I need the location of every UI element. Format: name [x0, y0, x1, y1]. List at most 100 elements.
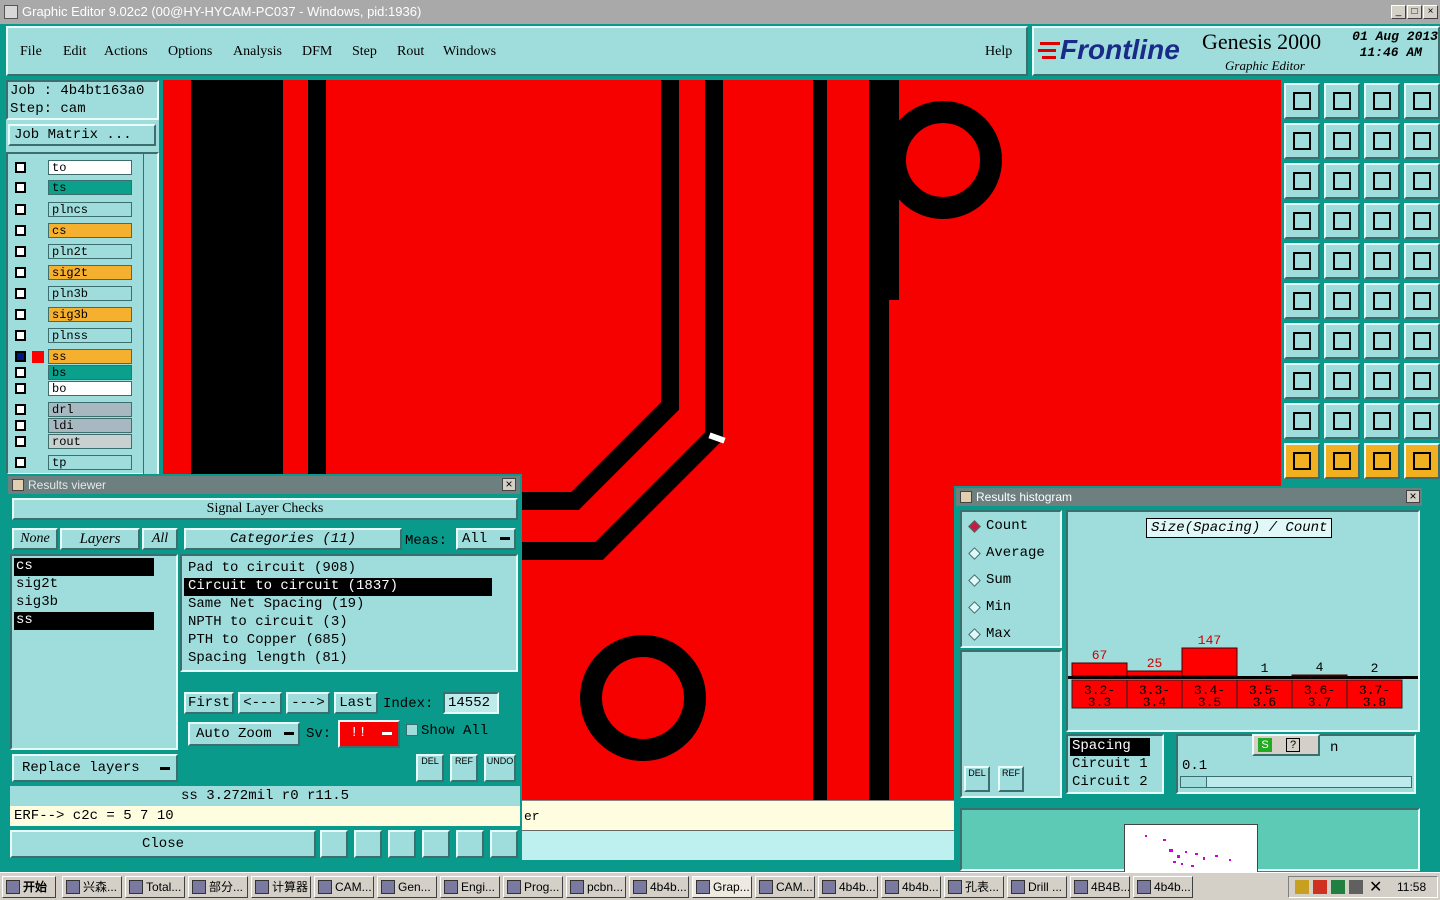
category-item[interactable]: Spacing length (81)	[184, 650, 516, 668]
layer-checkbox[interactable]	[15, 225, 26, 236]
help-icon[interactable]	[1404, 163, 1440, 199]
step-slider[interactable]	[1180, 776, 1412, 788]
taskbar-button[interactable]: 计算器	[251, 876, 311, 898]
layer-checkbox[interactable]	[15, 436, 26, 447]
taskbar-button[interactable]: 4b4b...	[629, 876, 689, 898]
layer-row-ts[interactable]: ts	[12, 180, 132, 195]
menu-windows[interactable]: Windows	[443, 44, 496, 60]
line-b-icon[interactable]	[1404, 283, 1440, 319]
rotate-icon[interactable]	[1364, 443, 1400, 479]
layer-checkbox[interactable]	[15, 383, 26, 394]
category-item[interactable]: Circuit to circuit (1837)	[184, 578, 492, 596]
property-item[interactable]: Circuit 2	[1070, 774, 1162, 792]
taskbar-button[interactable]: Engi...	[440, 876, 500, 898]
menu-help[interactable]: Help	[985, 44, 1012, 60]
layer-row-plnss[interactable]: plnss	[12, 328, 132, 343]
layer-row-cs[interactable]: cs	[12, 223, 132, 238]
minimize-button[interactable]: _	[1391, 5, 1406, 19]
layer-row-drl[interactable]: drl	[12, 402, 132, 417]
menu-step[interactable]: Step	[352, 44, 377, 60]
slash-icon[interactable]	[1324, 323, 1360, 359]
resize-icon[interactable]	[1324, 243, 1360, 279]
result-layer-item[interactable]: sig2t	[14, 576, 176, 594]
taskbar-button[interactable]: 孔表...	[944, 876, 1004, 898]
property-item[interactable]: Circuit 1	[1070, 756, 1162, 774]
layer-checkbox[interactable]	[15, 246, 26, 257]
last-button[interactable]: Last	[334, 692, 378, 714]
taskbar-button[interactable]: CAM...	[755, 876, 815, 898]
layer-checkbox[interactable]	[15, 367, 26, 378]
note-icon[interactable]	[456, 830, 484, 858]
taskbar-button[interactable]: Total...	[125, 876, 185, 898]
ratio-icon[interactable]	[1364, 163, 1400, 199]
layer-row-ldi[interactable]: ldi	[12, 418, 132, 433]
property-item[interactable]: Spacing	[1070, 738, 1150, 756]
close-window-button[interactable]: ×	[1423, 5, 1438, 19]
menu-file[interactable]: File	[20, 44, 42, 60]
menu-actions[interactable]: Actions	[104, 44, 148, 60]
taskbar-button[interactable]: 4b4b...	[1133, 876, 1193, 898]
connect-icon[interactable]	[1284, 283, 1320, 319]
start-button[interactable]: 开始	[2, 876, 56, 898]
layer-checkbox[interactable]	[15, 351, 44, 363]
menu-analysis[interactable]: Analysis	[233, 44, 282, 60]
layer-row-rout[interactable]: rout	[12, 434, 132, 449]
tray-icon-5[interactable]: ✕	[1369, 877, 1382, 897]
histogram-bar[interactable]	[1071, 662, 1128, 677]
layer-row-sig2t[interactable]: sig2t	[12, 265, 132, 280]
center-icon[interactable]	[1324, 163, 1360, 199]
layer-row-bs[interactable]: bs	[12, 365, 132, 380]
save-icon[interactable]	[1324, 83, 1360, 119]
histogram-bar[interactable]	[1181, 647, 1238, 677]
layer-a-icon[interactable]	[1364, 203, 1400, 239]
home-icon[interactable]	[1364, 83, 1400, 119]
layer-checkbox[interactable]	[15, 182, 26, 193]
ref-button[interactable]: REF	[450, 754, 478, 782]
taskbar-button[interactable]: 4b4b...	[818, 876, 878, 898]
layer-row-to[interactable]: to	[12, 160, 132, 175]
route-icon[interactable]	[1404, 443, 1440, 479]
result-layer-item[interactable]: cs	[14, 558, 154, 576]
menu-options[interactable]: Options	[168, 44, 212, 60]
meas-select[interactable]: All	[456, 528, 516, 550]
replace-layers-select[interactable]: Replace layers	[12, 754, 178, 782]
layer-checkbox[interactable]	[15, 309, 26, 320]
info-icon[interactable]	[320, 830, 348, 858]
tray-icon-4[interactable]	[1349, 880, 1363, 894]
taskbar-button[interactable]: 4b4b...	[881, 876, 941, 898]
tray-icon-3[interactable]	[1331, 880, 1345, 894]
taskbar-button[interactable]: 兴森...	[62, 876, 122, 898]
zoom-out-icon[interactable]	[1324, 123, 1360, 159]
layer-list-scrollbar[interactable]	[143, 154, 157, 474]
settings-icon[interactable]	[1284, 203, 1320, 239]
cross-icon[interactable]	[1324, 283, 1360, 319]
first-button[interactable]: First	[184, 692, 234, 714]
hist-ref-button[interactable]: REF	[998, 766, 1024, 792]
arc-icon[interactable]	[1364, 323, 1400, 359]
grid-icon[interactable]	[1324, 203, 1360, 239]
categories-button[interactable]: Categories (11)	[184, 528, 402, 550]
layer-row-pln2t[interactable]: pln2t	[12, 244, 132, 259]
none-button[interactable]: None	[12, 528, 58, 550]
category-item[interactable]: NPTH to circuit (3)	[184, 614, 516, 632]
mode-radio-sum[interactable]: Sum	[968, 572, 1011, 588]
histogram-icon[interactable]	[490, 830, 518, 858]
maximize-button[interactable]: □	[1407, 5, 1422, 19]
layer-checkbox[interactable]	[15, 330, 26, 341]
taskbar-button[interactable]: pcbn...	[566, 876, 626, 898]
auto-zoom-select[interactable]: Auto Zoom	[188, 722, 300, 746]
layer-row-plncs[interactable]: plncs	[12, 202, 132, 217]
layer-checkbox[interactable]	[15, 204, 26, 215]
result-layer-item[interactable]: ss	[14, 612, 154, 630]
taskbar-button[interactable]: 部分...	[188, 876, 248, 898]
mode-radio-max[interactable]: Max	[968, 626, 1011, 642]
all-layers-button[interactable]: All	[142, 528, 178, 550]
tray-icon-1[interactable]	[1295, 880, 1309, 894]
next-button[interactable]: --->	[286, 692, 330, 714]
show-all-checkbox[interactable]	[406, 724, 418, 736]
s-icon[interactable]: S	[1258, 738, 1272, 752]
category-item[interactable]: PTH to Copper (685)	[184, 632, 516, 650]
close-button[interactable]: Close	[10, 830, 316, 858]
tri-a-icon[interactable]	[1284, 403, 1320, 439]
undo-button[interactable]: UNDO	[484, 754, 516, 782]
